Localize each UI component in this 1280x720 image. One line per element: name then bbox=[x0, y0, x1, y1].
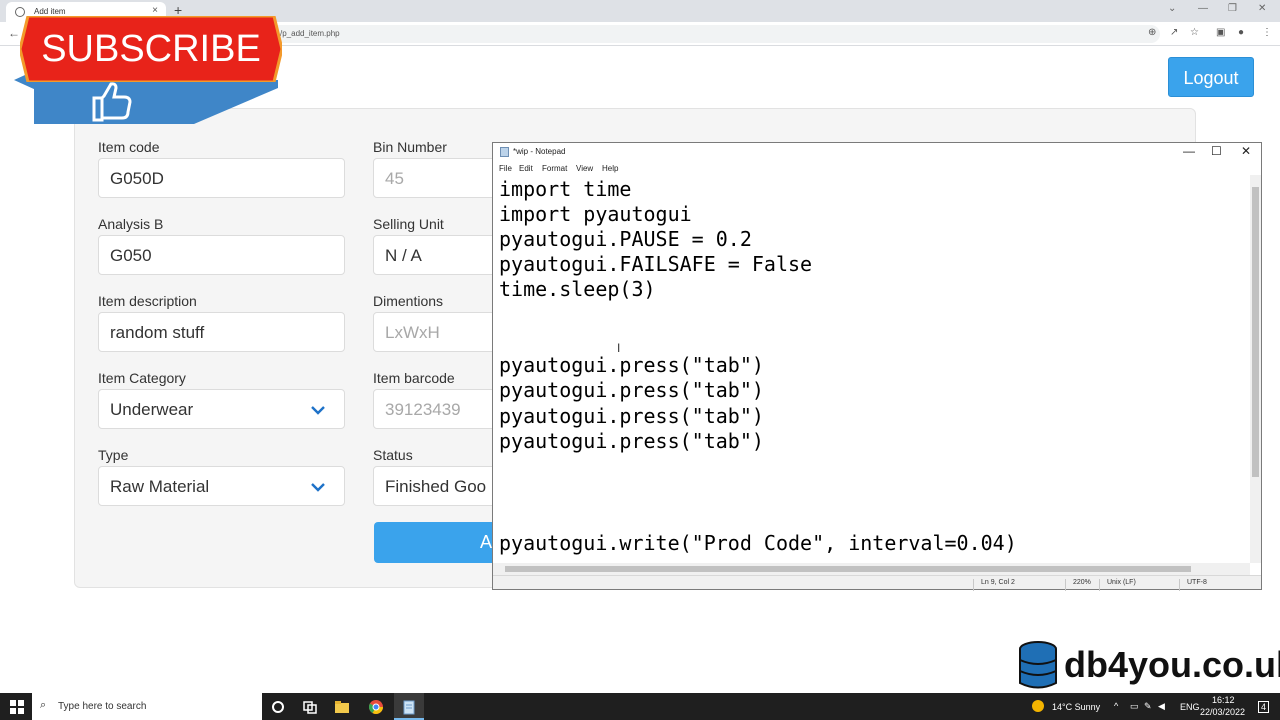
analysis-b-input[interactable]: G050 bbox=[98, 235, 345, 275]
file-explorer-icon[interactable] bbox=[334, 699, 350, 715]
notepad-minimize-button[interactable]: — bbox=[1183, 144, 1195, 158]
chevron-up-icon[interactable]: ^ bbox=[1114, 701, 1118, 711]
item-barcode-input[interactable]: 39123439 bbox=[373, 389, 503, 429]
edit-icon[interactable]: ✎ bbox=[1144, 701, 1152, 712]
type-label: Type bbox=[98, 447, 129, 463]
code-line: pyautogui.press("tab") bbox=[499, 353, 764, 377]
bin-number-label: Bin Number bbox=[373, 139, 447, 155]
clock-date[interactable]: 22/03/2022 bbox=[1200, 707, 1245, 717]
notepad-menu-bar: File Edit Format View Help bbox=[493, 161, 1261, 175]
cortana-icon[interactable] bbox=[270, 699, 286, 715]
bin-number-input[interactable]: 45 bbox=[373, 158, 503, 198]
mouse-ibeam-cursor: I bbox=[617, 341, 621, 355]
sidebar-icon[interactable]: ▣ bbox=[1216, 27, 1225, 38]
selling-unit-label: Selling Unit bbox=[373, 216, 444, 232]
weather-text[interactable]: 14°C Sunny bbox=[1052, 702, 1100, 712]
taskbar-search-box[interactable]: ⌕ Type here to search bbox=[32, 693, 262, 720]
close-window-button[interactable]: ✕ bbox=[1258, 3, 1266, 14]
taskbar-search-placeholder: Type here to search bbox=[58, 701, 147, 712]
dimentions-label: Dimentions bbox=[373, 293, 444, 309]
tab-search-icon[interactable]: ⌄ bbox=[1168, 3, 1176, 14]
status-select[interactable]: Finished Goo bbox=[373, 466, 503, 506]
subscribe-label[interactable]: SUBSCRIBE bbox=[20, 23, 282, 75]
line-ending: Unix (LF) bbox=[1107, 579, 1136, 586]
task-view-icon[interactable] bbox=[302, 699, 318, 715]
chrome-icon[interactable] bbox=[368, 699, 384, 715]
notepad-close-button[interactable]: ✕ bbox=[1241, 144, 1251, 158]
code-line: pyautogui.write("Prod Code", interval=0.… bbox=[499, 531, 1017, 555]
windows-taskbar: ⌕ Type here to search 14°C Sunny ^ ▭ ✎ ◀… bbox=[0, 693, 1280, 720]
profile-icon[interactable]: ● bbox=[1238, 27, 1244, 38]
menu-format[interactable]: Format bbox=[542, 164, 567, 173]
notepad-vertical-scrollbar[interactable] bbox=[1250, 175, 1261, 563]
item-category-select[interactable]: Underwear bbox=[98, 389, 345, 429]
volume-icon[interactable]: ◀ bbox=[1158, 701, 1165, 712]
item-code-input[interactable]: G050D bbox=[98, 158, 345, 198]
db4you-site-text: db4you.co.uk bbox=[1064, 644, 1280, 685]
item-category-label: Item Category bbox=[98, 370, 186, 386]
back-arrow-icon[interactable]: ← bbox=[8, 26, 20, 40]
zoom-level: 220% bbox=[1073, 579, 1091, 586]
scrollbar-thumb[interactable] bbox=[505, 566, 1191, 572]
thumbs-up-banner bbox=[34, 80, 278, 124]
selling-unit-select[interactable]: N / A bbox=[373, 235, 503, 275]
code-line: import pyautogui bbox=[499, 202, 692, 226]
zoom-icon[interactable]: ⊕ bbox=[1148, 27, 1156, 38]
code-line: pyautogui.press("tab") bbox=[499, 429, 764, 453]
chevron-down-icon bbox=[311, 406, 325, 415]
notepad-title: *wip - Notepad bbox=[513, 147, 566, 156]
menu-dots-icon[interactable]: ⋮ bbox=[1262, 27, 1272, 38]
analysis-b-label: Analysis B bbox=[98, 216, 164, 232]
bookmark-star-icon[interactable]: ☆ bbox=[1190, 27, 1199, 38]
type-select[interactable]: Raw Material bbox=[98, 466, 345, 506]
taskbar-notepad-button[interactable] bbox=[394, 693, 424, 720]
notepad-horizontal-scrollbar[interactable] bbox=[493, 563, 1250, 575]
notepad-maximize-button[interactable]: ☐ bbox=[1211, 144, 1222, 158]
scrollbar-thumb[interactable] bbox=[1252, 187, 1259, 477]
code-line: time.sleep(3) bbox=[499, 277, 656, 301]
item-code-label: Item code bbox=[98, 139, 160, 155]
search-icon: ⌕ bbox=[40, 699, 47, 711]
menu-edit[interactable]: Edit bbox=[519, 164, 533, 173]
tab-close-button[interactable]: × bbox=[152, 5, 158, 16]
item-description-input[interactable]: random stuff bbox=[98, 312, 345, 352]
notepad-text-area[interactable]: import time import pyautogui pyautogui.P… bbox=[493, 175, 1250, 563]
code-line: pyautogui.FAILSAFE = False bbox=[499, 252, 813, 276]
chevron-down-icon bbox=[311, 483, 325, 492]
notepad-icon bbox=[403, 700, 415, 715]
maximize-button[interactable]: ❐ bbox=[1228, 3, 1237, 14]
menu-help[interactable]: Help bbox=[602, 164, 618, 173]
tab-title: Add item bbox=[34, 7, 66, 16]
code-line: pyautogui.press("tab") bbox=[499, 378, 764, 402]
code-line: pyautogui.PAUSE = 0.2 bbox=[499, 227, 752, 251]
encoding: UTF-8 bbox=[1187, 579, 1207, 586]
windows-start-icon[interactable] bbox=[9, 699, 25, 715]
code-line: pyautogui.press("tab") bbox=[499, 404, 764, 428]
language-indicator[interactable]: ENG bbox=[1180, 702, 1200, 712]
item-category-value: Underwear bbox=[110, 400, 194, 419]
notepad-window: *wip - Notepad — ☐ ✕ File Edit Format Vi… bbox=[492, 142, 1262, 591]
menu-file[interactable]: File bbox=[499, 164, 512, 173]
minimize-button[interactable]: — bbox=[1198, 3, 1208, 14]
notepad-status-bar: Ln 9, Col 2 220% Unix (LF) UTF-8 bbox=[493, 575, 1261, 591]
menu-view[interactable]: View bbox=[576, 164, 593, 173]
share-icon[interactable]: ↗ bbox=[1170, 27, 1178, 38]
dimentions-input[interactable]: LxWxH bbox=[373, 312, 503, 352]
address-url: /p_add_item.php bbox=[280, 29, 340, 38]
add-item-button[interactable]: A bbox=[374, 522, 504, 563]
status-label: Status bbox=[373, 447, 413, 463]
code-line: import time bbox=[499, 177, 632, 201]
cursor-position: Ln 9, Col 2 bbox=[981, 579, 1015, 586]
item-description-label: Item description bbox=[98, 293, 197, 309]
notification-badge[interactable]: 4 bbox=[1258, 701, 1270, 713]
item-barcode-label: Item barcode bbox=[373, 370, 455, 386]
logout-button[interactable]: Logout bbox=[1168, 57, 1254, 97]
clock-time[interactable]: 16:12 bbox=[1212, 695, 1235, 705]
network-icon[interactable]: ▭ bbox=[1130, 701, 1139, 712]
notepad-icon bbox=[500, 147, 509, 157]
sun-weather-icon bbox=[1032, 700, 1044, 712]
type-value: Raw Material bbox=[110, 477, 210, 496]
notepad-title-bar: *wip - Notepad — ☐ ✕ bbox=[493, 143, 1261, 161]
